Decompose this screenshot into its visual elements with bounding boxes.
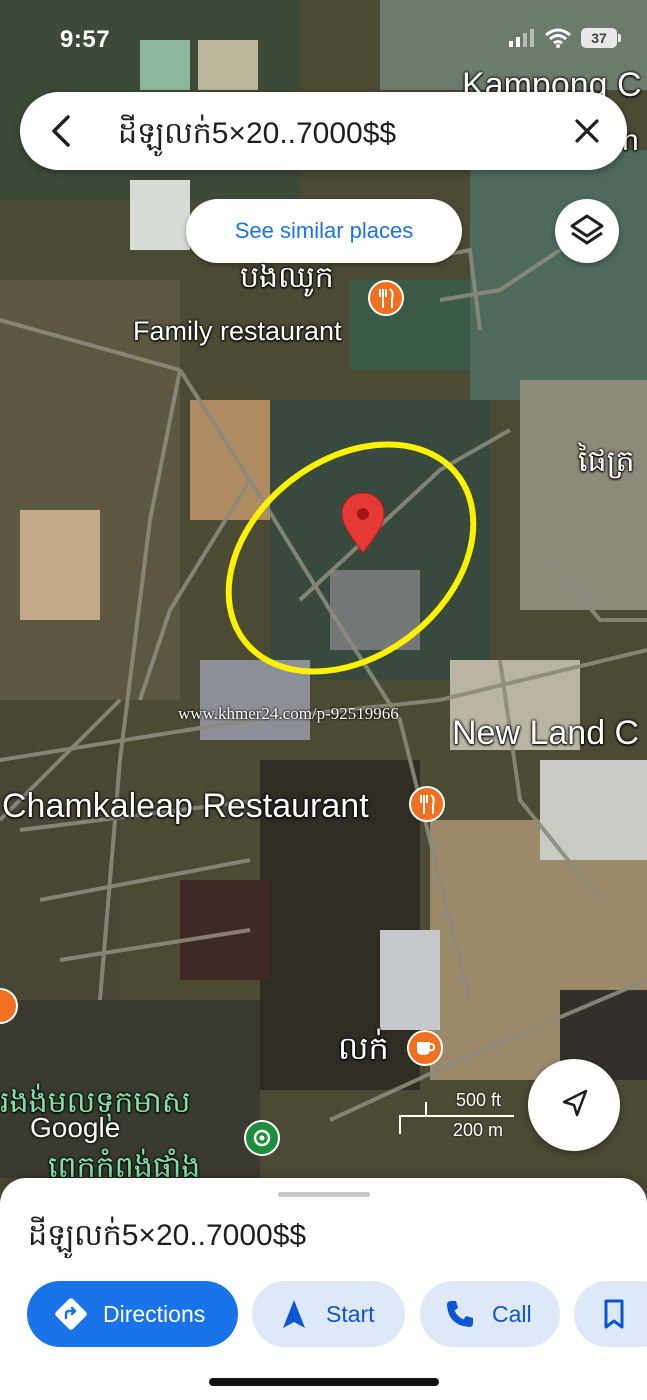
park-icon[interactable] [244,1120,280,1156]
place-title: ដីឡូលក់5×20..7000$$ [28,1219,307,1252]
close-icon[interactable] [569,113,605,149]
start-button[interactable]: Start [252,1281,405,1347]
wifi-icon [545,28,571,48]
status-time: 9:57 [60,26,111,53]
see-similar-places-button[interactable]: See similar places [186,199,462,263]
drag-handle[interactable] [278,1192,370,1197]
directions-icon [53,1296,89,1332]
my-location-button[interactable] [528,1059,620,1151]
directions-label: Directions [103,1300,206,1327]
search-bar[interactable]: ដីឡូលក់5×20..7000$$ [20,92,627,170]
watermark-text: www.khmer24.com/p-92519966 [178,704,399,723]
navigation-arrow-icon [562,1089,588,1117]
status-bar: 9:57 37 [0,0,647,70]
battery-icon: 37 [581,28,621,48]
start-label: Start [326,1300,375,1327]
call-label: Call [492,1300,532,1327]
scale-m: 200 m [453,1120,504,1140]
bookmark-icon [596,1296,632,1332]
map-label-chamkaleap[interactable]: Chamkaleap Restaurant [2,787,369,826]
map-label-cafe: លក់ [338,1030,389,1066]
cafe-icon[interactable] [407,1030,443,1066]
layers-icon [570,214,604,245]
restaurant-icon[interactable] [409,786,445,822]
call-button[interactable]: Call [420,1281,560,1347]
search-query[interactable]: ដីឡូលក់5×20..7000$$ [118,114,396,158]
home-indicator[interactable] [209,1378,439,1386]
place-bottom-sheet[interactable]: ដីឡូលក់5×20..7000$$ Directions Start Cal… [0,1178,647,1400]
status-icons: 37 [509,28,621,48]
map-label-khmer-restaurant: បងឈូក [240,261,334,294]
navigation-icon [276,1296,312,1332]
map-label-right-edge: ផៃត្រ [578,445,635,478]
google-logo: Google [30,1112,121,1143]
back-arrow-icon[interactable] [42,111,82,151]
restaurant-icon[interactable] [368,280,404,316]
save-button[interactable] [574,1281,647,1347]
phone-icon [442,1296,478,1332]
directions-button[interactable]: Directions [27,1281,238,1347]
signal-icon [509,29,534,47]
layers-button[interactable] [555,199,619,263]
map-label-family-restaurant[interactable]: Family restaurant [133,316,342,347]
map-label-new-land: New Land C [452,714,640,752]
scale-ft: 500 ft [456,1090,502,1110]
